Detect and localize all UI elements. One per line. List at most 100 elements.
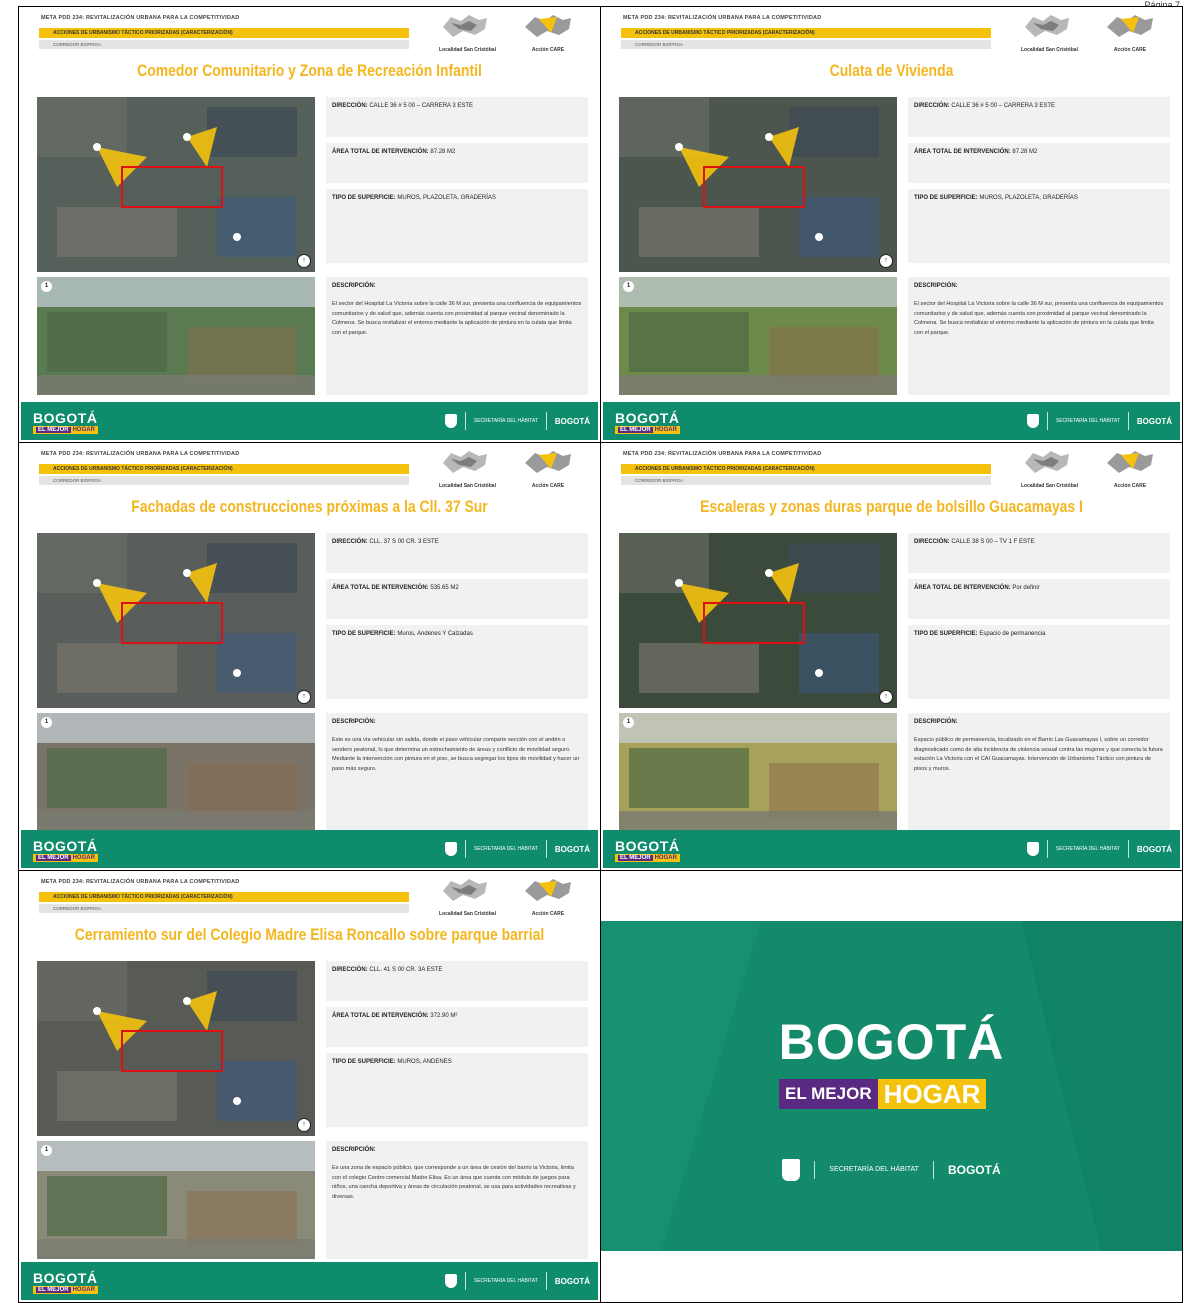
direccion-field: DIRECCIÓN: CALLE 36 # 5 00 – CARRERA 3 E… — [908, 97, 1170, 137]
photo-number-badge: 1 — [623, 281, 634, 292]
slide: META PDD 234: REVITALIZACIÓN URBANA PARA… — [603, 445, 1180, 868]
descripcion-field: DESCRIPCIÓN: El sector del Hospital La Vi… — [326, 277, 588, 395]
slide-cell: META PDD 234: REVITALIZACIÓN URBANA PARA… — [601, 443, 1183, 871]
care-map-icon — [525, 451, 571, 473]
north-arrow-icon: ↑ — [879, 690, 893, 704]
meta-heading: META PDD 234: REVITALIZACIÓN URBANA PARA… — [41, 15, 240, 21]
slide-cell: META PDD 234: REVITALIZACIÓN URBANA PARA… — [601, 7, 1183, 443]
care-map-icon — [525, 15, 571, 37]
habitat-logo: SECRETARÍA DEL HÁBITAT — [473, 1278, 538, 1284]
site-photo: 1 — [619, 713, 897, 831]
bogota-logo: BOGOTÁ — [554, 844, 590, 854]
cover-tagline: EL MEJOR HOGAR — [779, 1079, 987, 1109]
habitat-logo: SECRETARÍA DEL HÁBITAT — [473, 418, 538, 424]
slide-footer: BOGOTÁ EL MEJOR HOGAR SECRETARÍA DEL HÁBI… — [603, 402, 1180, 440]
section-band: ACCIONES DE URBANISMO TÁCTICO PRIORIZADA… — [39, 892, 409, 902]
direccion-field: DIRECCIÓN: CLL. 41 S 00 CR. 3A ESTE — [326, 961, 588, 1001]
photo-number-badge: 1 — [41, 281, 52, 292]
accion-care-logo: Acción CARE — [521, 13, 575, 53]
slide: META PDD 234: REVITALIZACIÓN URBANA PARA… — [21, 873, 598, 1300]
slide: META PDD 234: REVITALIZACIÓN URBANA PARA… — [21, 445, 598, 868]
footer-logos: SECRETARÍA DEL HÁBITAT BOGOTÁ — [444, 1270, 590, 1292]
bogota-logo: BOGOTÁ — [1136, 844, 1172, 854]
accion-care-logo: Acción CARE — [1103, 13, 1157, 53]
aerial-map-image — [37, 533, 315, 708]
bogota-shield-icon — [444, 414, 457, 428]
meta-heading: META PDD 234: REVITALIZACIÓN URBANA PARA… — [623, 15, 822, 21]
care-map-icon — [1107, 451, 1153, 473]
cover-sub-b: HOGAR — [877, 1079, 987, 1109]
aerial-map: ↑ — [619, 533, 897, 708]
localidad-map-icon — [443, 879, 487, 901]
photo-number-badge: 1 — [41, 1145, 52, 1156]
slide-cell: BOGOTÁ EL MEJOR HOGAR SECRETARÍA DEL HÁBITA… — [601, 871, 1183, 1303]
aerial-map: ↑ — [37, 97, 315, 272]
care-map-icon — [1107, 15, 1153, 37]
footer-tagline: EL MEJOR HOGAR — [33, 1286, 98, 1294]
section-band: ACCIONES DE URBANISMO TÁCTICO PRIORIZADA… — [39, 28, 409, 38]
corridor-band: CORREDOR BIOPROA — [39, 476, 409, 485]
habitat-logo: SECRETARÍA DEL HÁBITAT — [1055, 846, 1120, 852]
footer-tagline: EL MEJOR HOGAR — [615, 426, 680, 434]
slide-title: Cerramiento sur del Colegio Madre Elisa … — [74, 925, 545, 944]
slide-cell: META PDD 234: REVITALIZACIÓN URBANA PARA… — [19, 443, 601, 871]
corridor-band: CORREDOR BIOPROA — [621, 40, 991, 49]
footer-tagline: EL MEJOR HOGAR — [33, 426, 98, 434]
habitat-logo: SECRETARÍA DEL HÁBITAT — [473, 846, 538, 852]
footer-brand: BOGOTÁ — [615, 838, 680, 854]
north-arrow-icon: ↑ — [297, 254, 311, 268]
site-photo: 1 — [37, 713, 315, 831]
bogota-logo: BOGOTÁ — [1136, 416, 1172, 426]
slide-title: Culata de Vivienda — [829, 61, 954, 80]
footer-logos: SECRETARÍA DEL HÁBITAT BOGOTÁ — [444, 410, 590, 432]
slide: META PDD 234: REVITALIZACIÓN URBANA PARA… — [603, 9, 1180, 440]
section-band: ACCIONES DE URBANISMO TÁCTICO PRIORIZADA… — [621, 464, 991, 474]
footer-logos: SECRETARÍA DEL HÁBITAT BOGOTÁ — [1026, 838, 1172, 860]
north-arrow-icon: ↑ — [297, 690, 311, 704]
aerial-map-image — [619, 533, 897, 708]
accion-care-logo: Acción CARE — [521, 449, 575, 489]
footer-tagline: EL MEJOR HOGAR — [615, 854, 680, 862]
slide-grid: META PDD 234: REVITALIZACIÓN URBANA PARA… — [18, 6, 1183, 1303]
footer-brand: BOGOTÁ — [33, 410, 98, 426]
slide-footer: BOGOTÁ EL MEJOR HOGAR SECRETARÍA DEL HÁBI… — [21, 830, 598, 868]
descripcion-field: DESCRIPCIÓN: Es una zona de espacio públi… — [326, 1141, 588, 1259]
care-map-icon — [525, 879, 571, 901]
bogota-shield-icon — [1026, 414, 1039, 428]
direccion-field: DIRECCIÓN: CALLE 36 # 5 00 – CARRERA 3 E… — [326, 97, 588, 137]
footer-brand: BOGOTÁ — [615, 410, 680, 426]
aerial-map: ↑ — [619, 97, 897, 272]
tipo-superficie-field: TIPO DE SUPERFICIE: Muros, Andenes Y Cal… — [326, 625, 588, 699]
footer-brand: BOGOTÁ — [33, 838, 98, 854]
localidad-map-icon — [1025, 451, 1069, 473]
area-field: ÁREA TOTAL DE INTERVENCIÓN: Por definir — [908, 579, 1170, 619]
corridor-band: CORREDOR BIOPROA — [39, 40, 409, 49]
meta-heading: META PDD 234: REVITALIZACIÓN URBANA PARA… — [623, 451, 822, 457]
section-band: ACCIONES DE URBANISMO TÁCTICO PRIORIZADA… — [621, 28, 991, 38]
localidad-map-icon — [443, 15, 487, 37]
footer-logos: SECRETARÍA DEL HÁBITAT BOGOTÁ — [444, 838, 590, 860]
aerial-map-image — [37, 961, 315, 1136]
area-field: ÁREA TOTAL DE INTERVENCIÓN: 535.65 M2 — [326, 579, 588, 619]
bogota-shield-icon — [444, 1274, 457, 1288]
cover-logos: SECRETARÍA DEL HÁBITAT BOGOTÁ — [601, 1159, 1182, 1181]
aerial-map-image — [619, 97, 897, 272]
bogota-shield-icon — [444, 842, 457, 856]
accion-care-logo: Acción CARE — [521, 877, 575, 917]
area-field: ÁREA TOTAL DE INTERVENCIÓN: 372.90 M² — [326, 1007, 588, 1047]
localidad-map-icon — [443, 451, 487, 473]
slide-title: Escaleras y zonas duras parque de bolsil… — [700, 497, 1083, 516]
accion-care-logo: Acción CARE — [1103, 449, 1157, 489]
section-band: ACCIONES DE URBANISMO TÁCTICO PRIORIZADA… — [39, 464, 409, 474]
footer-logos: SECRETARÍA DEL HÁBITAT BOGOTÁ — [1026, 410, 1172, 432]
slide-title: Comedor Comunitario y Zona de Recreación… — [137, 61, 482, 80]
aerial-map: ↑ — [37, 961, 315, 1136]
bogota-shield-icon — [1026, 842, 1039, 856]
tipo-superficie-field: TIPO DE SUPERFICIE: MUROS, PLAZOLETA, GR… — [326, 189, 588, 263]
localidad-logo: Localidad San Cristóbal — [439, 449, 496, 489]
cover-title: BOGOTÁ — [778, 1014, 1005, 1070]
localidad-logo: Localidad San Cristóbal — [1021, 13, 1078, 53]
slide-cell: META PDD 234: REVITALIZACIÓN URBANA PARA… — [19, 7, 601, 443]
aerial-map: ↑ — [37, 533, 315, 708]
site-photo: 1 — [37, 1141, 315, 1259]
